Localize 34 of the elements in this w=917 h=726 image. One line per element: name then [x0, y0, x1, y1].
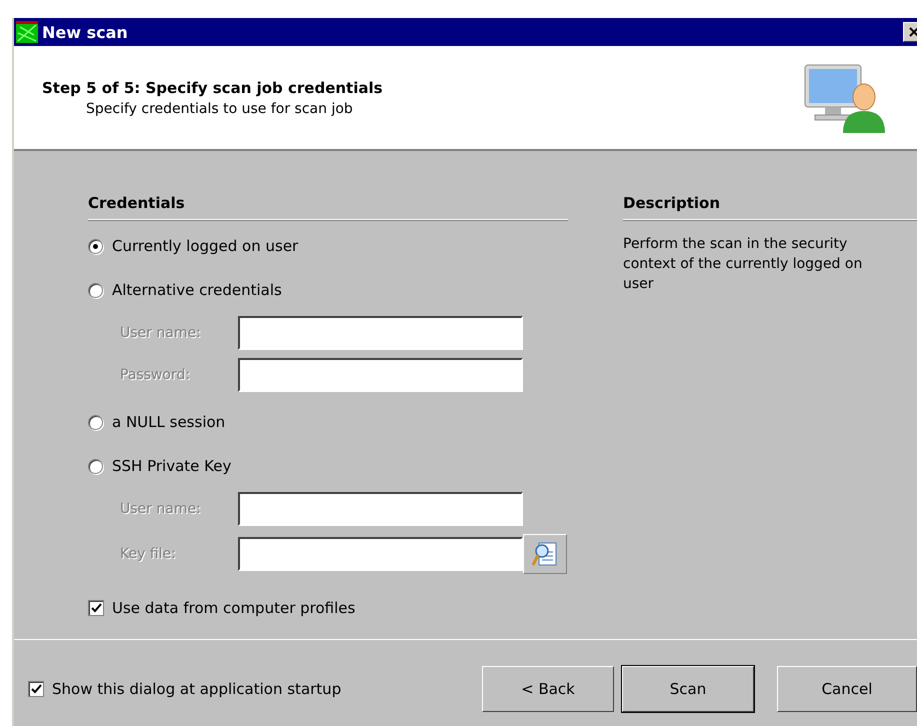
input-field[interactable] — [238, 358, 523, 392]
field-label: Key file: — [120, 546, 177, 562]
radio-button[interactable] — [88, 282, 103, 298]
radio-button[interactable] — [88, 414, 103, 430]
input-field[interactable] — [238, 492, 523, 526]
radio-button[interactable] — [88, 458, 103, 474]
section-heading: Description — [623, 194, 720, 212]
app-icon — [16, 21, 38, 43]
step-title: Step 5 of 5: Specify scan job credentials — [42, 78, 383, 96]
checkbox[interactable] — [88, 600, 104, 616]
radio-label[interactable]: SSH Private Key — [112, 457, 232, 475]
checkbox[interactable] — [28, 681, 44, 697]
field-label: User name: — [120, 501, 202, 517]
radio-button[interactable] — [88, 238, 103, 254]
radio-label[interactable]: a NULL session — [112, 413, 226, 431]
field-label: Password: — [120, 367, 192, 383]
description-text: Perform the scan in the security context of the currently logged on user — [623, 235, 864, 294]
input-field[interactable] — [238, 537, 523, 571]
checkbox-label[interactable]: Show this dialog at application startup — [52, 680, 342, 698]
dialog-button[interactable]: Scan — [622, 666, 754, 712]
field-label: User name: — [120, 325, 202, 341]
radio-label[interactable]: Currently logged on user — [112, 237, 298, 255]
radio-label[interactable]: Alternative credentials — [112, 281, 282, 299]
computer-user-icon — [803, 62, 887, 132]
magnifier-document-icon[interactable] — [531, 540, 559, 568]
browse-button[interactable] — [523, 534, 567, 574]
step-subtitle: Specify credentials to use for scan job — [86, 100, 354, 116]
checkbox-label[interactable]: Use data from computer profiles — [112, 599, 356, 617]
close-icon[interactable] — [909, 27, 917, 37]
dialog-button[interactable]: Cancel — [777, 666, 917, 712]
dialog-button[interactable]: < Back — [482, 666, 614, 712]
window-title: New scan — [42, 22, 129, 42]
section-heading: Credentials — [88, 194, 185, 212]
input-field[interactable] — [238, 316, 523, 350]
